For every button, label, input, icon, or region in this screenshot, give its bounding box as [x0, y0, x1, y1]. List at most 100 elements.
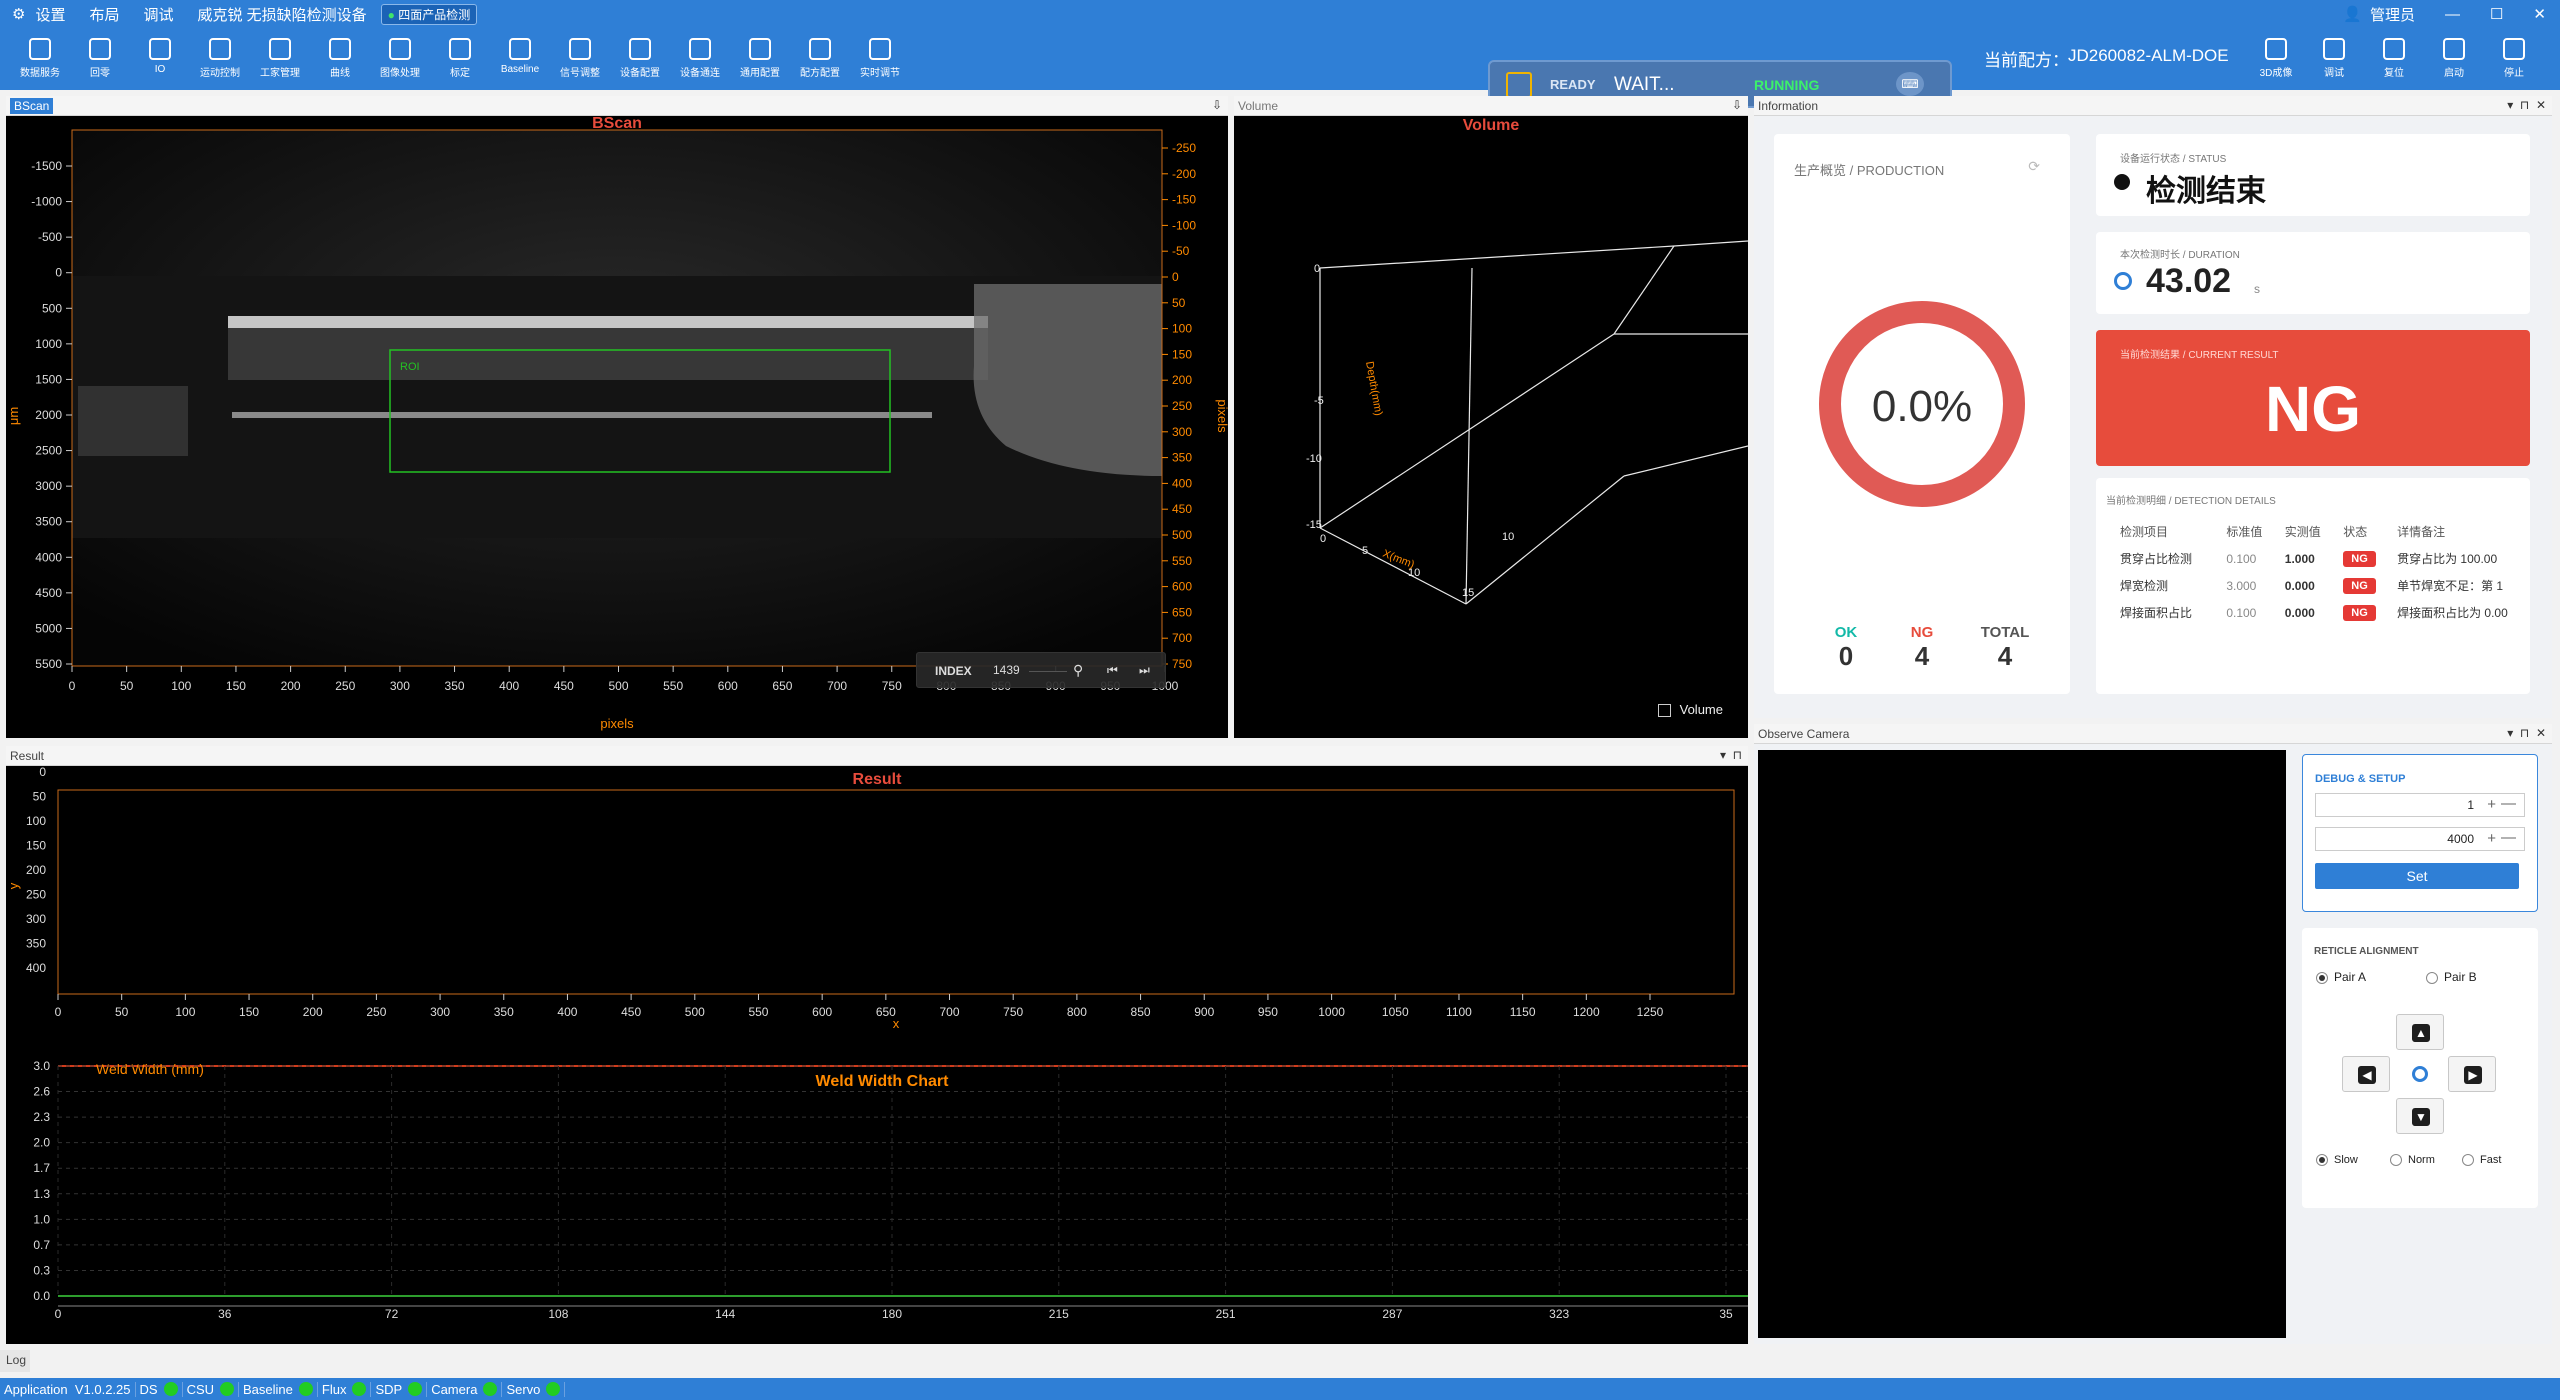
weld-y-tick-label: 2.6 — [33, 1085, 50, 1099]
x-tick-label: 300 — [390, 679, 410, 693]
left-tick-label: -1000 — [31, 195, 62, 209]
minimize-button[interactable]: — — [2445, 6, 2460, 23]
pair-b-radio-dot[interactable] — [2426, 971, 2438, 984]
menu-debug[interactable]: 调试 — [143, 4, 173, 25]
volume-checkbox[interactable]: Volume — [1658, 702, 1723, 718]
settings-gear-icon[interactable]: ⚙ — [12, 5, 25, 23]
speed-norm-dot[interactable] — [2390, 1154, 2402, 1167]
information-panel: Information ▾ ⊓ ✕ 生产概览 / PRODUCTION ⟳ 0.… — [1754, 96, 2552, 718]
volume-3d-view[interactable]: Volume0-5-10-1505101510Depth(mm)X(mm) — [1234, 116, 1748, 738]
gear-icon — [629, 38, 651, 60]
adjust-icon — [389, 38, 411, 60]
left-tick-label: 3500 — [35, 515, 62, 529]
pair-b-radio[interactable]: Pair B — [2426, 970, 2477, 984]
speed-norm-radio[interactable]: Norm — [2390, 1154, 2435, 1167]
link-icon — [149, 38, 171, 60]
tool-button-9[interactable]: 信号调整 — [552, 34, 608, 79]
qr-scan-icon[interactable] — [1506, 72, 1532, 98]
tool-right-button-2[interactable]: 复位 — [2366, 34, 2422, 79]
center-reset-icon[interactable] — [2412, 1066, 2428, 1082]
skip-first-icon[interactable]: ⏮ — [1107, 663, 1118, 678]
tool-button-1[interactable]: 回零 — [72, 34, 128, 79]
volume-y-tick-label: 0 — [1314, 263, 1320, 275]
pair-a-radio[interactable]: Pair A — [2316, 970, 2366, 984]
panel-controls[interactable]: ▾ ⊓ ✕ — [2507, 726, 2546, 740]
speed-slow-radio[interactable]: Slow — [2316, 1154, 2358, 1167]
pair-a-radio-dot[interactable] — [2316, 971, 2328, 984]
index-value[interactable]: 1439 — [993, 663, 1020, 677]
x-tick-label: 750 — [882, 679, 902, 693]
keyboard-icon[interactable]: ⌨ — [1896, 72, 1924, 96]
result-y-tick-label: 100 — [26, 814, 46, 828]
result-x-tick-label: 950 — [1258, 1005, 1278, 1019]
tool-button-5[interactable]: 曲线 — [312, 34, 368, 79]
stepper-2-plus-icon[interactable]: + — [2487, 830, 2496, 847]
camera-feed[interactable] — [1758, 750, 2286, 1338]
stepper-1-plus-icon[interactable]: + — [2487, 796, 2496, 813]
panel-menu-icon[interactable]: ⇩ — [1212, 98, 1222, 112]
tool-right-button-1[interactable]: 调试 — [2306, 34, 2362, 79]
right-tick-label: -50 — [1172, 244, 1190, 258]
tool-button-4[interactable]: 工家管理 — [252, 34, 308, 79]
bscan-tab[interactable]: BScan — [10, 98, 54, 114]
stepper-2[interactable]: 4000 + — — [2315, 827, 2525, 851]
stepper-1[interactable]: 1 + — — [2315, 793, 2525, 817]
tool-label: Baseline — [500, 64, 540, 75]
panel-menu-icon[interactable]: ⇩ — [1732, 98, 1742, 112]
set-button[interactable]: Set — [2315, 863, 2519, 889]
user-icon[interactable]: 👤 — [2343, 5, 2362, 23]
user-name[interactable]: 管理员 — [2370, 4, 2415, 25]
tool-right-button-3[interactable]: 启动 — [2426, 34, 2482, 79]
speed-fast-dot[interactable] — [2462, 1154, 2474, 1167]
close-button[interactable]: ✕ — [2533, 5, 2546, 23]
x-tick-label: 550 — [663, 679, 683, 693]
speed-fast-label: Fast — [2480, 1154, 2502, 1166]
tool-button-2[interactable]: IO — [132, 34, 188, 75]
tool-button-11[interactable]: 设备通连 — [672, 34, 728, 79]
tool-label: 3D成像 — [2259, 68, 2293, 79]
refresh-icon[interactable]: ⟳ — [2028, 158, 2040, 175]
move-up-button[interactable]: ▲ — [2396, 1014, 2444, 1050]
move-down-button[interactable]: ▼ — [2396, 1098, 2444, 1134]
tool-button-0[interactable]: 数据服务 — [12, 34, 68, 79]
tool-button-8[interactable]: Baseline — [492, 34, 548, 75]
tool-button-14[interactable]: 实时调节 — [852, 34, 908, 79]
location-pin-icon[interactable]: ⚲ — [1073, 662, 1083, 679]
menu-settings[interactable]: 设置 — [35, 4, 65, 25]
tool-label: 运动控制 — [200, 68, 240, 79]
table-cell: 0.000 — [2284, 578, 2315, 593]
tool-button-12[interactable]: 通用配置 — [732, 34, 788, 79]
bscan-chart: ROIBScan-1500-1000-500050010001500200025… — [6, 115, 1228, 731]
tool-label: 停止 — [2504, 68, 2524, 79]
result-x-tick-label: 1250 — [1637, 1005, 1664, 1019]
tool-button-7[interactable]: 标定 — [432, 34, 488, 79]
maximize-button[interactable]: ☐ — [2490, 5, 2503, 23]
result-tab[interactable]: Result — [10, 749, 44, 763]
menu-layout[interactable]: 布局 — [89, 4, 119, 25]
table-cell: 3.000 — [2226, 578, 2257, 593]
index-slider[interactable] — [1029, 671, 1067, 672]
speed-fast-radio[interactable]: Fast — [2462, 1154, 2502, 1167]
volume-checkbox-box[interactable] — [1658, 704, 1671, 718]
move-left-button[interactable]: ◀ — [2342, 1056, 2390, 1092]
stepper-1-value[interactable]: 1 — [2467, 798, 2474, 812]
skip-last-icon[interactable]: ⏭ — [1139, 663, 1150, 678]
move-right-button[interactable]: ▶ — [2448, 1056, 2496, 1092]
right-tick-label: 100 — [1172, 322, 1192, 336]
table-cell: 0.000 — [2284, 605, 2315, 620]
tool-button-3[interactable]: 运动控制 — [192, 34, 248, 79]
tool-button-10[interactable]: 设备配置 — [612, 34, 668, 79]
tool-right-button-0[interactable]: 3D成像 — [2248, 34, 2304, 79]
stepper-2-minus-icon[interactable]: — — [2501, 829, 2516, 846]
volume-tab[interactable]: Volume — [1238, 99, 1278, 113]
tool-button-13[interactable]: 配方配置 — [792, 34, 848, 79]
tool-right-button-4[interactable]: 停止 — [2486, 34, 2542, 79]
panel-controls[interactable]: ▾ ⊓ ✕ — [2507, 98, 2546, 112]
log-tab[interactable]: Log — [0, 1350, 30, 1372]
speed-slow-dot[interactable] — [2316, 1154, 2328, 1167]
panel-controls[interactable]: ▾ ⊓ — [1720, 748, 1742, 762]
stepper-2-value[interactable]: 4000 — [2447, 832, 2474, 846]
stepper-1-minus-icon[interactable]: — — [2501, 795, 2516, 812]
volume-x-axis-label: X(mm) — [1381, 548, 1416, 571]
tool-button-6[interactable]: 图像处理 — [372, 34, 428, 79]
